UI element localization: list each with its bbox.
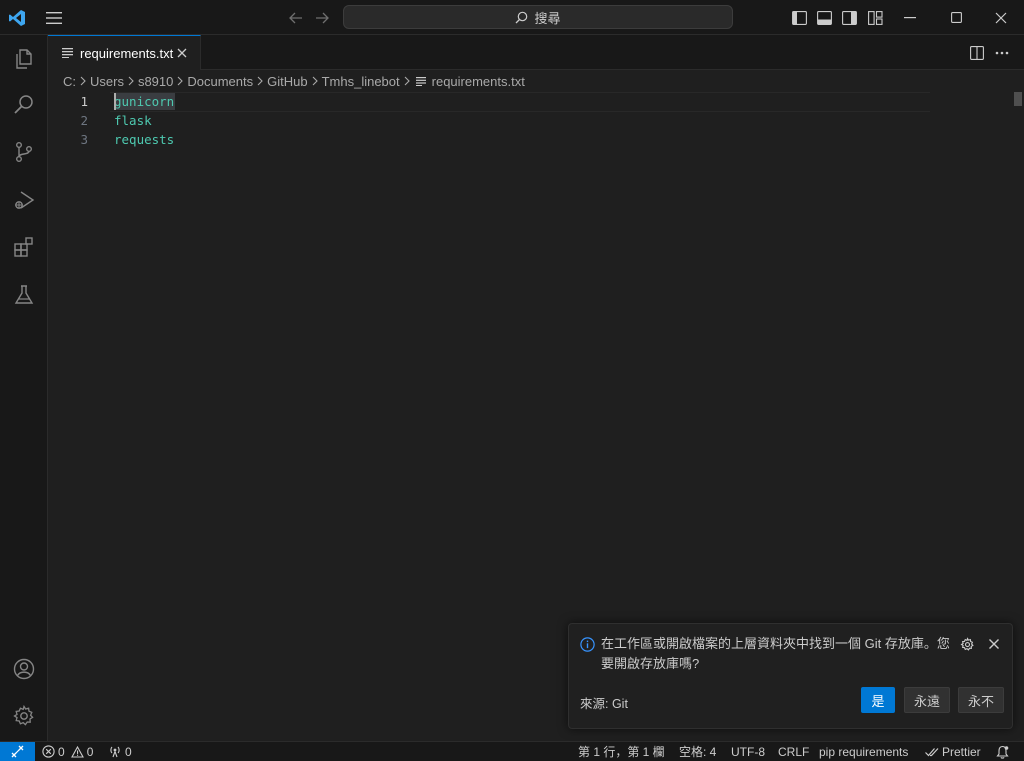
always-button[interactable]: 永遠 [904,687,950,713]
cursor-position[interactable]: 第 1 行，第 1 欄 [578,742,665,761]
error-icon [42,745,55,758]
chevron-right-icon [80,76,86,86]
breadcrumb-item[interactable]: Users [90,74,124,89]
notification-message: 在工作區或開啟檔案的上層資料夾中找到一個 Git 存放庫。您要開啟存放庫嗎? [601,636,950,671]
manage-gear-icon[interactable] [0,694,48,738]
ports-count: 0 [125,744,132,759]
current-line-highlight [110,92,930,112]
customize-layout-icon[interactable] [866,0,884,35]
end-of-line-setting[interactable]: CRLF [778,742,809,761]
title-bar: 搜尋 [0,0,1024,35]
extensions-icon[interactable] [0,225,48,269]
double-check-icon [925,747,939,757]
run-debug-icon[interactable] [0,178,48,222]
notifications-bell-icon[interactable] [996,742,1009,761]
error-count: 0 [58,744,65,759]
remote-indicator[interactable] [0,742,35,761]
forward-arrow-icon[interactable] [312,0,332,35]
indentation-setting[interactable]: 空格: 4 [679,742,716,761]
breadcrumb: C: Users s8910 Documents GitHub Tmhs_lin… [48,70,1024,92]
code-line[interactable]: requests [114,130,174,149]
chevron-right-icon [257,76,263,86]
close-notification-icon[interactable] [988,638,1000,650]
prettier-status[interactable]: Prettier [925,742,981,761]
breadcrumb-item[interactable]: GitHub [267,74,307,89]
editor-tab-bar: requirements.txt [48,35,1024,70]
search-activity-icon[interactable] [0,83,48,127]
remote-icon [11,745,24,758]
maximize-button[interactable] [933,0,979,35]
toggle-primary-sidebar-icon[interactable] [790,0,808,35]
line-number: 3 [80,132,88,147]
chevron-right-icon [404,76,410,86]
prettier-label: Prettier [942,744,981,759]
search-label: 搜尋 [534,10,561,26]
language-mode[interactable]: pip requirements [819,742,908,761]
chevron-right-icon [312,76,318,86]
warning-icon [70,745,84,758]
yes-button[interactable]: 是 [861,687,895,713]
never-button[interactable]: 永不 [958,687,1004,713]
minimize-button[interactable] [887,0,933,35]
text-file-icon [62,48,74,58]
line-number: 2 [80,113,88,128]
close-window-button[interactable] [978,0,1024,35]
breadcrumb-item[interactable]: Documents [187,74,253,89]
ports-indicator[interactable]: 0 [108,742,132,761]
more-actions-icon[interactable] [988,35,1016,70]
back-arrow-icon[interactable] [286,0,306,35]
code-line[interactable]: flask [114,111,152,130]
split-editor-icon[interactable] [963,35,991,70]
notification-settings-gear-icon[interactable] [960,637,975,652]
code-line[interactable]: gunicorn [114,92,174,111]
git-repository-notification: 在工作區或開啟檔案的上層資料夾中找到一個 Git 存放庫。您要開啟存放庫嗎? 來… [568,623,1013,729]
text-cursor [114,93,116,110]
breadcrumb-item[interactable]: s8910 [138,74,173,89]
broadcast-icon [108,745,122,758]
scrollbar-slider[interactable] [1014,92,1022,106]
explorer-icon[interactable] [0,37,48,81]
chevron-right-icon [177,76,184,86]
tab-requirements-txt[interactable]: requirements.txt [48,35,201,70]
problems-indicator[interactable]: 0 0 [42,742,93,761]
breadcrumb-item[interactable]: Tmhs_linebot [322,74,400,89]
vscode-logo-icon [6,0,28,35]
breadcrumb-item[interactable]: requirements.txt [432,74,525,89]
notification-source: 來源: Git [580,697,628,711]
breadcrumb-item[interactable]: C: [63,74,76,89]
tab-label: requirements.txt [80,45,174,61]
encoding-setting[interactable]: UTF-8 [731,742,765,761]
source-control-icon[interactable] [0,130,48,174]
toggle-secondary-sidebar-icon[interactable] [840,0,858,35]
menu-icon[interactable] [40,0,68,35]
warning-count: 0 [86,744,94,759]
status-bar: 0 0 0 第 1 行，第 1 欄 空格: 4 UTF-8 CRLF pip r… [0,741,1024,761]
close-tab-icon[interactable] [174,45,190,61]
chevron-right-icon [128,76,134,86]
text-file-icon [415,76,427,86]
line-number: 1 [80,94,88,109]
accounts-icon[interactable] [0,647,48,691]
testing-flask-icon[interactable] [0,273,48,317]
toggle-panel-icon[interactable] [815,0,833,35]
search-icon [515,11,528,24]
activity-bar [0,35,48,741]
info-icon [580,637,595,652]
command-center-search[interactable]: 搜尋 [343,5,733,29]
